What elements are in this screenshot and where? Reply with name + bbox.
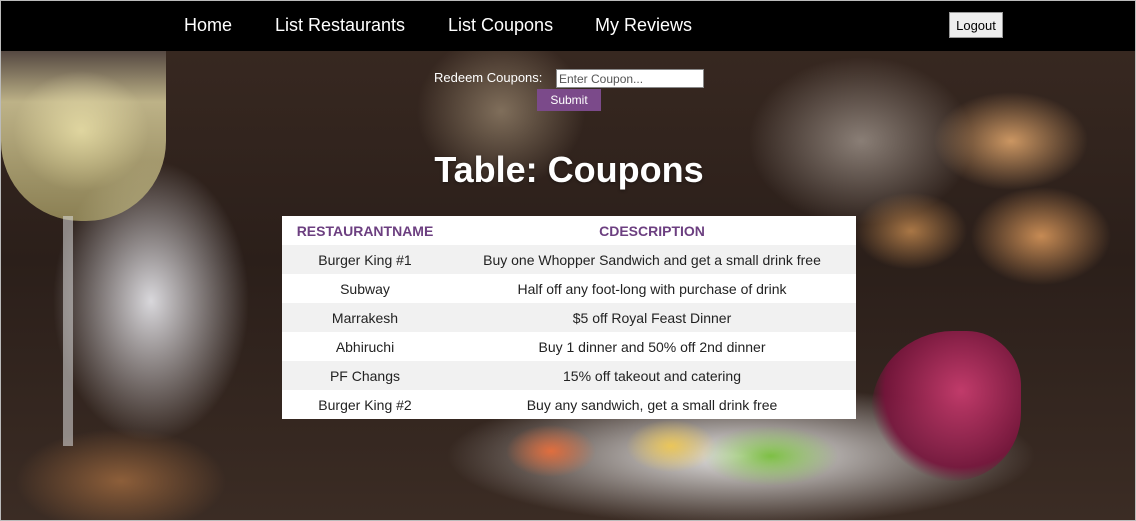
restaurant-name-cell: Marrakesh [282,303,448,332]
restaurant-name-cell: Burger King #2 [282,390,448,419]
logout-button[interactable]: Logout [949,12,1003,38]
table-header-row: RESTAURANTNAME CDESCRIPTION [282,216,856,245]
description-cell: Half off any foot-long with purchase of … [448,274,856,303]
description-cell: Buy 1 dinner and 50% off 2nd dinner [448,332,856,361]
table-row: Subway Half off any foot-long with purch… [282,274,856,303]
description-cell: Buy one Whopper Sandwich and get a small… [448,245,856,274]
redeem-coupons-label: Redeem Coupons: [434,70,543,85]
table-row: Burger King #2 Buy any sandwich, get a s… [282,390,856,419]
nav-home-link[interactable]: Home [184,15,232,36]
coupon-input[interactable] [556,69,704,88]
column-header-cdescription: CDESCRIPTION [448,216,856,245]
wine-glass-stem-image [63,216,73,446]
page-title: Table: Coupons [434,149,704,190]
table-row: Abhiruchi Buy 1 dinner and 50% off 2nd d… [282,332,856,361]
top-navbar: Home List Restaurants List Coupons My Re… [1,1,1135,51]
description-cell: Buy any sandwich, get a small drink free [448,390,856,419]
nav-list-coupons-link[interactable]: List Coupons [448,15,553,36]
restaurant-name-cell: Subway [282,274,448,303]
submit-button[interactable]: Submit [537,89,601,111]
restaurant-name-cell: Abhiruchi [282,332,448,361]
table-row: Burger King #1 Buy one Whopper Sandwich … [282,245,856,274]
coupons-table: RESTAURANTNAME CDESCRIPTION Burger King … [282,216,856,419]
restaurant-name-cell: Burger King #1 [282,245,448,274]
page: Home List Restaurants List Coupons My Re… [0,0,1136,521]
description-cell: $5 off Royal Feast Dinner [448,303,856,332]
table-row: Marrakesh $5 off Royal Feast Dinner [282,303,856,332]
nav-my-reviews-link[interactable]: My Reviews [595,15,692,36]
wine-glass-image [1,51,166,221]
column-header-restaurantname: RESTAURANTNAME [282,216,448,245]
description-cell: 15% off takeout and catering [448,361,856,390]
nav-list-restaurants-link[interactable]: List Restaurants [275,15,405,36]
restaurant-name-cell: PF Changs [282,361,448,390]
table-row: PF Changs 15% off takeout and catering [282,361,856,390]
salad-plate-image [471,406,891,506]
